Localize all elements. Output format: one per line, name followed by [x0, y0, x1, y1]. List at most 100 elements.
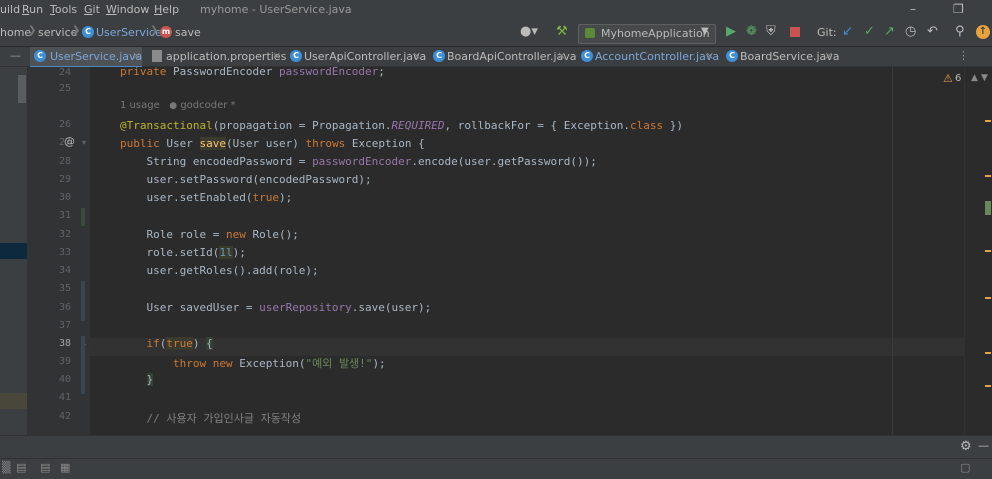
- git-commit-icon[interactable]: ✓: [864, 25, 875, 39]
- tab-board-api-controller[interactable]: C BoardApiController.java ×: [431, 47, 577, 66]
- person-icon: ●: [169, 101, 178, 111]
- close-icon[interactable]: ×: [705, 49, 714, 62]
- code-line-28: String encodedPassword = passwordEncoder…: [120, 155, 597, 168]
- tab-application-properties[interactable]: application.properties ×: [150, 47, 286, 66]
- code-line-36: User savedUser = userRepository.save(use…: [120, 301, 432, 314]
- menu-tools[interactable]: Tools: [50, 3, 77, 16]
- code-line-38: if(true) {: [146, 337, 213, 350]
- breadcrumb-separator-icon: ❯: [72, 25, 81, 36]
- code-line-33: role.setId(1l);: [120, 246, 246, 259]
- structure-icon[interactable]: ▤: [40, 461, 50, 474]
- bottom-tool-strip: ▒ ▤ ▤ ▦ ▢: [0, 458, 992, 479]
- warning-marker[interactable]: [985, 297, 991, 299]
- search-match-highlight: [0, 393, 27, 409]
- minimize-panel-icon[interactable]: —: [978, 439, 989, 452]
- change-marker[interactable]: [985, 201, 991, 215]
- class-icon: C: [433, 50, 445, 62]
- code-line-40: }: [146, 373, 154, 386]
- warnings-count: 6: [955, 73, 962, 84]
- status-bar: ⚙ —: [0, 435, 992, 458]
- search-icon[interactable]: ⚲: [955, 25, 965, 39]
- class-icon: C: [82, 26, 94, 38]
- chevron-up-icon[interactable]: ▲: [971, 73, 978, 83]
- update-icon[interactable]: ↑: [976, 25, 990, 39]
- vcs-change-marker[interactable]: [81, 281, 85, 321]
- code-line-30: user.setEnabled(true);: [120, 191, 293, 204]
- menu-bar: uild Run Tools Git Window Help myhome - …: [0, 0, 992, 20]
- minimize-icon[interactable]: –: [910, 2, 916, 16]
- window-title: myhome - UserService.java: [200, 3, 352, 16]
- git-update-icon[interactable]: ↙: [842, 25, 853, 39]
- override-annotation-icon[interactable]: @: [64, 135, 75, 148]
- chevron-down-icon[interactable]: ▼: [981, 73, 988, 83]
- close-icon[interactable]: ×: [557, 49, 566, 62]
- menu-run[interactable]: Run: [22, 3, 43, 16]
- run-icon[interactable]: ▶: [726, 25, 736, 39]
- minimize-tabs-icon[interactable]: —: [10, 49, 21, 62]
- chevron-down-icon: ▼: [701, 26, 709, 37]
- close-icon[interactable]: ×: [132, 49, 141, 62]
- rollback-icon[interactable]: ↶: [927, 25, 938, 39]
- code-line-27: public User save(User user) throws Excep…: [120, 137, 425, 150]
- spring-app-icon: [585, 28, 595, 38]
- vcs-change-marker[interactable]: [81, 336, 85, 394]
- warning-marker[interactable]: [985, 175, 991, 177]
- coverage-icon[interactable]: ⛨: [766, 25, 776, 39]
- selected-item-highlight: [0, 243, 27, 259]
- run-configuration-label: MyhomeApplication: [601, 27, 710, 40]
- menu-window[interactable]: Window: [106, 3, 149, 16]
- menu-git[interactable]: Git: [84, 3, 100, 16]
- tab-user-api-controller[interactable]: C UserApiController.java ×: [288, 47, 426, 66]
- menu-build[interactable]: uild: [0, 3, 20, 16]
- tab-user-service[interactable]: C UserService.java ×: [30, 47, 142, 68]
- restore-icon[interactable]: ❐: [953, 2, 964, 16]
- class-icon: C: [290, 50, 302, 62]
- breadcrumb-separator-icon: ❯: [28, 25, 37, 36]
- code-line-29: user.setPassword(encodedPassword);: [120, 173, 372, 186]
- close-icon[interactable]: ×: [272, 49, 281, 62]
- class-icon: C: [726, 50, 738, 62]
- run-configuration-select[interactable]: MyhomeApplication ▼: [578, 24, 716, 44]
- warning-marker[interactable]: [985, 120, 991, 122]
- code-editor[interactable]: private PasswordEncoder passwordEncoder;…: [90, 67, 964, 435]
- usage-hint[interactable]: 1 usage ● godcoder *: [120, 100, 236, 111]
- gear-icon[interactable]: ⚙: [960, 439, 972, 454]
- stop-icon[interactable]: [790, 27, 800, 37]
- class-icon: C: [581, 50, 593, 62]
- warning-marker[interactable]: [985, 385, 991, 387]
- history-icon[interactable]: ◷: [905, 25, 916, 39]
- properties-file-icon: [152, 50, 162, 62]
- close-icon[interactable]: ×: [412, 49, 421, 62]
- tab-board-service[interactable]: C BoardService.java ×: [724, 47, 842, 66]
- warning-marker[interactable]: [985, 352, 991, 354]
- scroll-indicator[interactable]: [18, 75, 26, 103]
- breadcrumb-project[interactable]: home: [0, 26, 31, 39]
- user-icon[interactable]: ●▾: [520, 25, 538, 39]
- code-line-42: // 사용자 가입인사글 자동작성: [146, 412, 302, 425]
- vcs-change-marker[interactable]: [81, 208, 85, 226]
- line-number-gutter: 24 25 26 27 @ ▾ 28 29 30 31 32 33 34 35 …: [27, 67, 90, 435]
- error-stripe[interactable]: ⚠ 6 ▲ ▼: [943, 67, 992, 435]
- terminal-icon[interactable]: ▦: [60, 461, 70, 474]
- event-log-icon[interactable]: ▢: [960, 461, 970, 474]
- layout-icon[interactable]: ▤: [16, 461, 26, 474]
- code-line-39: throw new Exception("예외 발생!");: [172, 357, 386, 370]
- git-push-icon[interactable]: ↗: [884, 25, 895, 39]
- debug-icon[interactable]: ❁: [746, 25, 757, 39]
- tab-account-controller[interactable]: C AccountController.java ×: [579, 47, 719, 66]
- tool-window-icon[interactable]: ▒: [2, 461, 10, 474]
- code-line-26: @Transactional(propagation = Propagation…: [120, 119, 683, 132]
- method-icon: m: [160, 26, 172, 38]
- warning-icon[interactable]: ⚠: [943, 72, 953, 85]
- close-icon[interactable]: ×: [824, 49, 833, 62]
- code-line-34: user.getRoles().add(role);: [120, 264, 319, 277]
- breadcrumb-method[interactable]: save: [175, 26, 201, 39]
- fold-icon[interactable]: ▾: [82, 138, 86, 147]
- code-line-24: private PasswordEncoder passwordEncoder;: [120, 67, 385, 78]
- menu-help[interactable]: Help: [154, 3, 179, 16]
- warning-marker[interactable]: [985, 250, 991, 252]
- build-hammer-icon[interactable]: ⚒: [556, 25, 568, 39]
- class-icon: C: [34, 50, 46, 62]
- tab-list-icon[interactable]: ⋮: [958, 49, 969, 62]
- current-line-highlight: [90, 338, 964, 356]
